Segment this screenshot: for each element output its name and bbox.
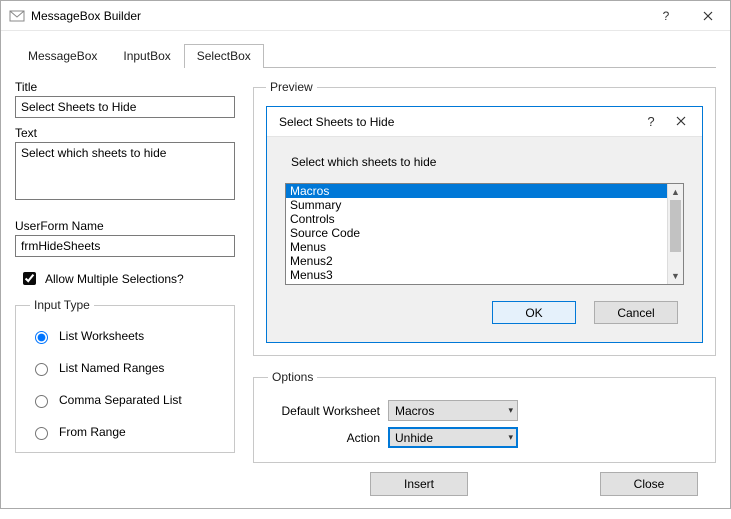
preview-legend: Preview — [266, 80, 317, 94]
help-button[interactable]: ? — [647, 1, 685, 31]
app-window: MessageBox Builder ? MessageBox InputBox… — [0, 0, 731, 509]
listbox-scrollbar[interactable]: ▲ ▼ — [667, 184, 683, 284]
title-label: Title — [15, 80, 235, 94]
close-window-button[interactable] — [685, 1, 730, 31]
scroll-up-icon[interactable]: ▲ — [668, 184, 683, 200]
list-item[interactable]: Macros — [286, 184, 667, 198]
text-label: Text — [15, 126, 235, 140]
preview-group: Preview Select Sheets to Hide ? Select w… — [253, 80, 716, 356]
tab-selectbox[interactable]: SelectBox — [184, 44, 264, 68]
left-panel: Title Text Select which sheets to hide U… — [15, 80, 235, 463]
radio-from-range[interactable]: From Range — [30, 424, 224, 440]
main-body: Title Text Select which sheets to hide U… — [15, 68, 716, 463]
list-item[interactable]: Menus — [286, 240, 667, 254]
close-button[interactable]: Close — [600, 472, 698, 496]
titlebar: MessageBox Builder ? — [1, 1, 730, 31]
radio-list-worksheets[interactable]: List Worksheets — [30, 328, 224, 344]
default-worksheet-combo[interactable]: Macros ▾ — [388, 400, 518, 421]
preview-title: Select Sheets to Hide — [279, 115, 636, 129]
action-combo[interactable]: Unhide ▾ — [388, 427, 518, 448]
preview-titlebar: Select Sheets to Hide ? — [267, 107, 702, 137]
list-item[interactable]: Controls — [286, 212, 667, 226]
input-type-legend: Input Type — [30, 298, 94, 312]
preview-close-button[interactable] — [666, 114, 696, 129]
tab-messagebox[interactable]: MessageBox — [15, 44, 110, 68]
chevron-down-icon: ▾ — [508, 405, 513, 416]
allow-multi-checkbox[interactable] — [23, 272, 36, 285]
insert-button[interactable]: Insert — [370, 472, 468, 496]
list-item[interactable]: Menus3 — [286, 268, 667, 282]
list-item[interactable]: Menus2 — [286, 254, 667, 268]
window-title: MessageBox Builder — [31, 9, 647, 23]
tab-inputbox[interactable]: InputBox — [110, 44, 183, 68]
client-area: MessageBox InputBox SelectBox Title Text… — [1, 31, 730, 519]
preview-button-row: OK Cancel — [285, 285, 684, 328]
options-legend: Options — [268, 370, 317, 384]
text-input[interactable]: Select which sheets to hide — [15, 142, 235, 200]
preview-help-button[interactable]: ? — [636, 114, 666, 129]
chevron-down-icon: ▾ — [508, 432, 513, 443]
radio-list-named-ranges[interactable]: List Named Ranges — [30, 360, 224, 376]
scroll-thumb[interactable] — [670, 200, 681, 252]
list-item[interactable]: Summary — [286, 198, 667, 212]
preview-listbox[interactable]: Macros Summary Controls Source Code Menu… — [285, 183, 684, 285]
userform-label: UserForm Name — [15, 219, 235, 233]
preview-dialog: Select Sheets to Hide ? Select which she… — [266, 106, 703, 343]
app-icon — [9, 8, 25, 24]
allow-multi-label: Allow Multiple Selections? — [45, 272, 184, 286]
right-panel: Preview Select Sheets to Hide ? Select w… — [253, 80, 716, 463]
preview-text: Select which sheets to hide — [291, 155, 684, 169]
allow-multi-row[interactable]: Allow Multiple Selections? — [19, 269, 235, 288]
preview-cancel-button[interactable]: Cancel — [594, 301, 678, 324]
default-worksheet-label: Default Worksheet — [268, 404, 388, 418]
tab-strip: MessageBox InputBox SelectBox — [15, 43, 716, 68]
input-type-group: Input Type List Worksheets List Named Ra… — [15, 298, 235, 453]
radio-comma-separated[interactable]: Comma Separated List — [30, 392, 224, 408]
title-input[interactable] — [15, 96, 235, 118]
scroll-down-icon[interactable]: ▼ — [668, 268, 683, 284]
action-label: Action — [268, 431, 388, 445]
list-item[interactable]: Source Code — [286, 226, 667, 240]
footer: Insert Close — [15, 463, 716, 505]
preview-ok-button[interactable]: OK — [492, 301, 576, 324]
userform-input[interactable] — [15, 235, 235, 257]
options-group: Options Default Worksheet Macros ▾ Actio… — [253, 370, 716, 463]
preview-body: Select which sheets to hide Macros Summa… — [267, 137, 702, 342]
